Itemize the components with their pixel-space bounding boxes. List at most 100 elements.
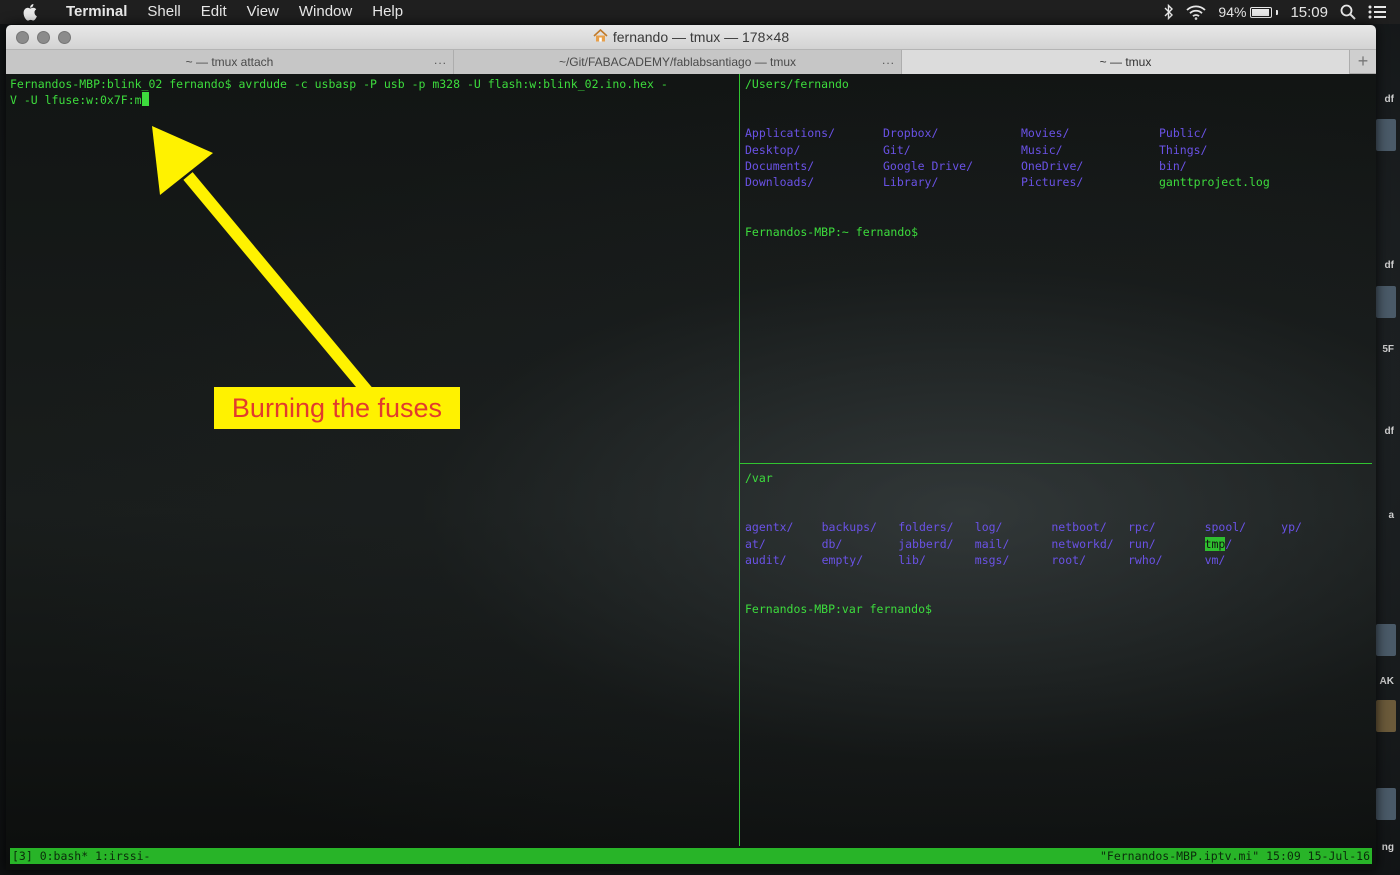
spotlight-search-icon[interactable] — [1340, 4, 1356, 20]
directory-name: db/ — [821, 536, 843, 551]
text-cursor — [141, 92, 149, 107]
menu-shell[interactable]: Shell — [137, 0, 190, 24]
notification-center-icon[interactable] — [1368, 5, 1386, 19]
terminal-window: fernando — tmux — 178×48 ~ — tmux attach… — [6, 25, 1376, 870]
window-titlebar[interactable]: fernando — tmux — 178×48 — [6, 25, 1376, 50]
directory-name: vm/ — [1204, 552, 1226, 567]
menu-window[interactable]: Window — [289, 0, 362, 24]
pane-divider-horizontal[interactable] — [740, 463, 1372, 464]
file-name: ganttproject.log — [1159, 175, 1270, 190]
ls-entry: spool/ — [1205, 519, 1282, 535]
directory-name: Applications/ — [745, 126, 836, 141]
ls-entry: mail/ — [975, 536, 1052, 552]
directory-name: folders/ — [898, 520, 954, 535]
desktop-file-strip: df df 5F df a AK ng — [1376, 24, 1400, 875]
ls-entry: Dropbox/ — [883, 125, 1021, 141]
directory-name: Downloads/ — [745, 175, 815, 190]
battery-level — [1252, 8, 1270, 16]
tmux-status-bar: [3] 0:bash* 1:irssi- "Fernandos-MBP.iptv… — [10, 848, 1372, 864]
ls-entry: agentx/ — [745, 519, 822, 535]
desktop-folder-icon[interactable] — [1376, 119, 1396, 151]
new-tab-button[interactable]: + — [1350, 50, 1376, 73]
menu-edit[interactable]: Edit — [191, 0, 237, 24]
directory-name: Google Drive/ — [883, 158, 974, 173]
battery-tip — [1276, 9, 1279, 15]
directory-name: OneDrive/ — [1021, 158, 1084, 173]
tmux-pane-left[interactable]: Fernandos-MBP:blink_02 fernando$ avrdude… — [10, 76, 738, 846]
ls-entry: db/ — [822, 536, 899, 552]
directory-name: Desktop/ — [745, 142, 801, 157]
minimize-button[interactable] — [37, 31, 50, 44]
ls-entry: networkd/ — [1051, 536, 1128, 552]
menu-view[interactable]: View — [237, 0, 289, 24]
directory-name: yp/ — [1281, 520, 1302, 535]
ls-entry: rpc/ — [1128, 519, 1205, 535]
directory-name: lib/ — [898, 552, 926, 567]
pane-divider-vertical[interactable] — [739, 74, 740, 846]
battery-status[interactable]: 94% — [1218, 4, 1279, 20]
wifi-icon[interactable] — [1186, 5, 1207, 20]
bluetooth-icon[interactable] — [1164, 4, 1174, 20]
desktop-image-icon[interactable] — [1376, 700, 1396, 732]
desktop-file-label: df — [1384, 260, 1394, 271]
menu-clock[interactable]: 15:09 — [1290, 4, 1328, 21]
menu-app-terminal[interactable]: Terminal — [56, 0, 137, 24]
terminal-content[interactable]: Fernandos-MBP:blink_02 fernando$ avrdude… — [6, 74, 1376, 870]
directory-name: backups/ — [821, 520, 877, 535]
desktop-folder-icon[interactable] — [1376, 286, 1396, 318]
ls-entry: Public/ — [1159, 125, 1319, 141]
command-continuation: V -U lfuse:w:0x7F:m — [10, 93, 142, 108]
directory-name: log/ — [974, 520, 1003, 535]
zoom-button[interactable] — [58, 31, 71, 44]
desktop-folder-icon[interactable] — [1376, 788, 1396, 820]
ls-entry: root/ — [1051, 552, 1128, 568]
menu-bar: Terminal Shell Edit View Window Help 94%… — [0, 0, 1400, 24]
shell-prompt: Fernandos-MBP:var fernando$ — [745, 602, 932, 617]
ls-entry: bin/ — [1159, 158, 1319, 174]
ls-entry: vm/ — [1205, 552, 1282, 568]
ls-entry: Applications/ — [745, 125, 883, 141]
ls-entry: run/ — [1128, 536, 1205, 552]
tab-fablabsantiago[interactable]: ~/Git/FABACADEMY/fablabsantiago — tmux .… — [454, 50, 902, 74]
ls-entry: at/ — [745, 536, 822, 552]
ls-entry: empty/ — [822, 552, 899, 568]
menu-help[interactable]: Help — [362, 0, 413, 24]
tab-tmux-attach[interactable]: ~ — tmux attach ... — [6, 50, 454, 74]
desktop-folder-icon[interactable] — [1376, 624, 1396, 656]
ls-entry: backups/ — [822, 519, 899, 535]
directory-name: Things/ — [1159, 142, 1208, 157]
path-line: /var — [745, 471, 773, 485]
tab-overflow-icon[interactable]: ... — [434, 53, 447, 67]
ls-entry: tmp/ — [1204, 536, 1282, 552]
battery-icon — [1250, 6, 1273, 18]
annotation-callout: Burning the fuses — [214, 387, 460, 429]
ls-entry: Pictures/ — [1021, 174, 1159, 190]
window-controls — [16, 31, 71, 44]
close-button[interactable] — [16, 31, 29, 44]
tmux-window-list[interactable]: [3] 0:bash* 1:irssi- — [12, 848, 150, 864]
desktop-file-label: ng — [1381, 842, 1394, 853]
directory-name: bin/ — [1159, 158, 1187, 173]
tab-overflow-icon[interactable]: ... — [882, 53, 895, 67]
directory-name: mail/ — [974, 536, 1010, 551]
battery-percent: 94% — [1218, 4, 1247, 20]
directory-name: Dropbox/ — [883, 126, 939, 141]
tmux-pane-top-right[interactable]: /Users/fernando Applications/Dropbox/Mov… — [745, 76, 1371, 456]
directory-name: agentx/ — [745, 520, 794, 535]
ls-entry — [1281, 552, 1341, 568]
tmux-pane-bottom-right[interactable]: /var agentx/backups/folders/log/netboot/… — [745, 470, 1371, 846]
directory-listing: agentx/backups/folders/log/netboot/rpc/s… — [745, 519, 1371, 568]
window-title: fernando — tmux — 178×48 — [593, 28, 789, 45]
apple-menu-icon[interactable] — [20, 1, 42, 23]
directory-name: tmp — [1204, 536, 1226, 551]
directory-name: Git/ — [883, 142, 911, 157]
directory-name: Pictures/ — [1021, 175, 1084, 190]
directory-name: networkd/ — [1051, 536, 1114, 551]
tab-tmux-active[interactable]: ~ — tmux — [902, 50, 1350, 74]
